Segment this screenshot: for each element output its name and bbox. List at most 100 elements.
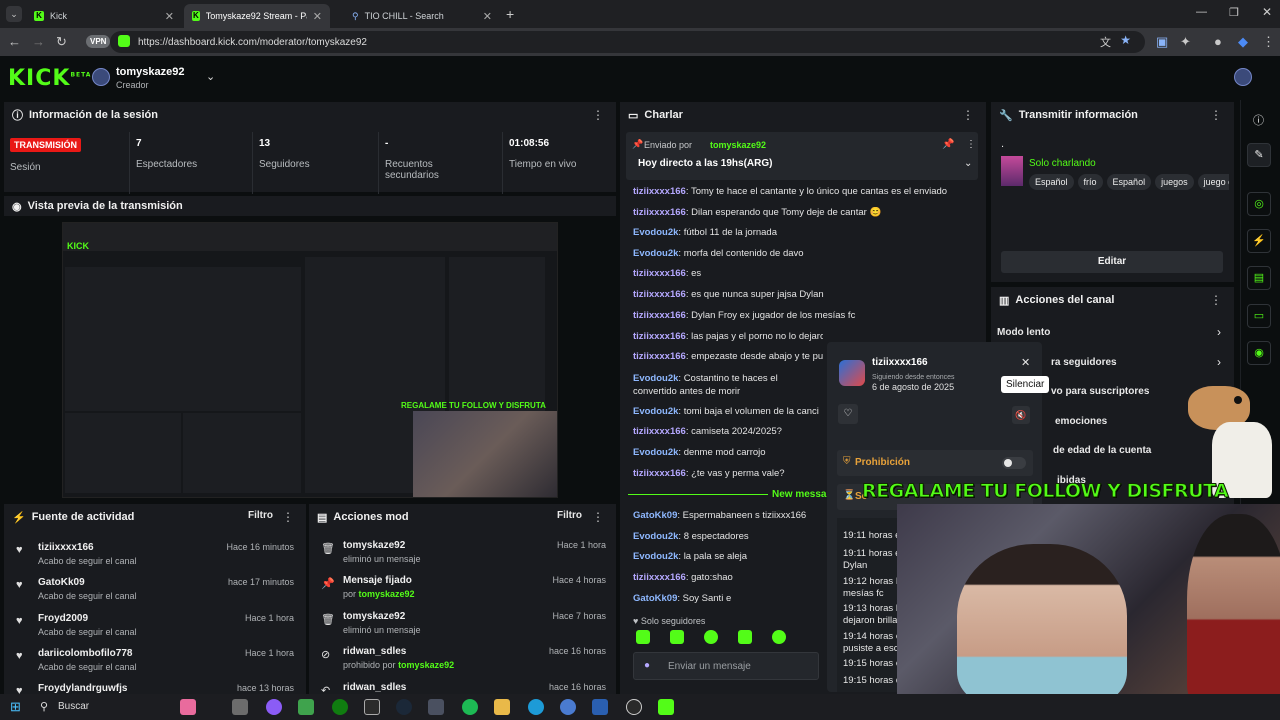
chat-username[interactable]: tiziixxxx166 <box>633 289 686 300</box>
chat-message[interactable]: Evodou2k: fútbol 11 de la jornada <box>633 227 993 238</box>
stream-preview-video[interactable]: KICK REGALAME TU FOLLOW Y DISFRUTA <box>62 222 558 498</box>
tab-list-button[interactable]: ⌄ <box>6 6 22 22</box>
site-info-icon[interactable] <box>118 35 130 47</box>
chat-username[interactable]: Evodou2k <box>633 227 678 238</box>
kick-app-icon[interactable] <box>658 699 674 715</box>
list-item[interactable]: 🗑 tomyskaze92 eliminó un mensaje Hace 7 … <box>309 611 616 645</box>
chat-message[interactable]: Evodou2k: la pala se aleja <box>633 551 819 562</box>
bookmark-star-icon[interactable]: ★ <box>1120 33 1131 47</box>
mute-button[interactable]: 🔇 <box>1012 406 1030 424</box>
emote-icon[interactable] <box>636 630 650 644</box>
chat-message[interactable]: tiziixxxx166: es que nunca super jajsa D… <box>633 289 993 300</box>
chat-username[interactable]: GatoKk09 <box>633 510 677 521</box>
chat-message[interactable]: tiziixxxx166: Tomy te hace el cantante y… <box>633 186 993 197</box>
extension-icon[interactable]: ▣ <box>1156 34 1168 50</box>
spotify-icon[interactable] <box>462 699 478 715</box>
list-item[interactable]: ♥ dariicolombofilo778 Acabo de seguir el… <box>4 648 304 682</box>
store-icon[interactable] <box>298 699 314 715</box>
mod-action-name[interactable]: tomyskaze92 <box>343 611 405 622</box>
pinned-options-icon[interactable]: ⋮ <box>966 139 976 150</box>
feed-username[interactable]: GatoKk09 <box>38 577 85 588</box>
channel-switch-chevron-icon[interactable]: ⌄ <box>206 70 215 83</box>
app-icon[interactable] <box>428 699 444 715</box>
list-item[interactable]: ♥ Froydylandrguwfjs hace 13 horas <box>4 683 304 694</box>
unpin-icon[interactable]: 📌 <box>942 139 954 150</box>
pencil-icon[interactable]: ✎ <box>1247 143 1271 167</box>
chat-message[interactable]: tiziixxxx166: ¿te vas y perma vale? <box>633 468 819 479</box>
chat-username[interactable]: tiziixxxx166 <box>633 186 686 197</box>
chat-message[interactable]: Evodou2k: tomi baja el volumen de la can… <box>633 406 819 417</box>
close-tab-icon[interactable]: ✕ <box>483 10 492 23</box>
chat-message[interactable]: tiziixxxx166: camiseta 2024/2025? <box>633 426 819 437</box>
edit-stream-button[interactable]: Editar <box>1001 251 1223 273</box>
list-item[interactable]: ♥ GatoKk09 Acabo de seguir el canal hace… <box>4 577 304 611</box>
list-item[interactable]: ♥ Froyd2009 Acabo de seguir el canal Hac… <box>4 613 304 647</box>
chat-username[interactable]: GatoKk09 <box>633 593 677 604</box>
chat-message[interactable]: GatoKk09: Espermabaneen s tiziixxx166 <box>633 510 819 521</box>
mod-filter-button[interactable]: Filtro <box>557 510 582 521</box>
task-view-icon[interactable] <box>232 699 248 715</box>
xbox-icon[interactable] <box>332 699 348 715</box>
close-tab-icon[interactable]: ✕ <box>313 10 322 23</box>
list-item[interactable]: ♥ tiziixxxx166 Acabo de seguir el canal … <box>4 542 304 576</box>
chat-message[interactable]: GatoKk09: Soy Santi e <box>633 593 819 604</box>
chat-username[interactable]: tiziixxxx166 <box>633 331 686 342</box>
emote-icon[interactable] <box>670 630 684 644</box>
list-item[interactable]: ⊘ ridwan_sdles prohibido por tomyskaze92… <box>309 646 616 680</box>
edge-icon[interactable] <box>528 699 544 715</box>
chat-message[interactable]: Evodou2k: 8 espectadores <box>633 531 819 542</box>
ban-toggle[interactable] <box>1002 457 1026 469</box>
chat-message[interactable]: Evodou2k: denme mod carrojo <box>633 447 819 458</box>
close-popup-icon[interactable]: ✕ <box>1021 356 1030 369</box>
category-name[interactable]: Solo charlando <box>1029 158 1096 169</box>
tag[interactable]: Español <box>1029 174 1074 190</box>
chat-message[interactable]: tiziixxxx166: empezaste desde abajo y te… <box>633 351 823 362</box>
chat-username[interactable]: tiziixxxx166 <box>633 468 686 479</box>
pinned-user[interactable]: tomyskaze92 <box>710 140 766 150</box>
mod-action-name[interactable]: tomyskaze92 <box>343 540 405 551</box>
minimize-icon[interactable]: — <box>1196 6 1207 18</box>
pinned-expand-chevron-icon[interactable]: ⌄ <box>964 158 972 169</box>
tag[interactable]: Español <box>1106 174 1152 190</box>
popup-username[interactable]: tiziixxxx166 <box>872 357 928 368</box>
obs-icon[interactable] <box>626 699 642 715</box>
chat-options-icon[interactable]: ⋮ <box>962 108 974 122</box>
epic-games-icon[interactable] <box>364 699 380 715</box>
taskbar-search-label[interactable]: Buscar <box>58 701 89 712</box>
feed-username[interactable]: dariicolombofilo778 <box>38 648 132 659</box>
chat-username[interactable]: tiziixxxx166 <box>633 426 686 437</box>
widgets-icon[interactable] <box>180 699 196 715</box>
new-messages-label[interactable]: New messa <box>768 489 827 500</box>
taskbar-search-icon[interactable]: ⚲ <box>40 700 48 713</box>
channel-action-account-age[interactable]: de edad de la cuenta <box>1053 445 1151 456</box>
chat-message[interactable]: tiziixxxx166: Dylan Froy ex jugador de l… <box>633 310 993 321</box>
address-bar[interactable]: https://dashboard.kick.com/moderator/tom… <box>110 31 1145 53</box>
chat-username[interactable]: Evodou2k <box>633 248 678 259</box>
close-window-icon[interactable]: ✕ <box>1262 5 1272 19</box>
channel-actions-options-icon[interactable]: ⋮ <box>1210 293 1222 307</box>
activity-options-icon[interactable]: ⋮ <box>282 510 294 524</box>
chat-message[interactable]: tiziixxxx166: las pajas y el porno no lo… <box>633 331 823 342</box>
chat-message[interactable]: tiziixxxx166: gato:shao <box>633 572 819 583</box>
restore-icon[interactable]: ❐ <box>1229 6 1239 19</box>
kick-logo[interactable]: KICKBETA <box>8 66 91 91</box>
windows-start-icon[interactable]: ⊞ <box>10 699 21 715</box>
mod-options-icon[interactable]: ⋮ <box>592 510 604 524</box>
chat-message[interactable]: tiziixxxx166: Dilan esperando que Tomy d… <box>633 207 993 218</box>
mod-action-name[interactable]: ridwan_sdles <box>343 646 406 657</box>
list-item[interactable]: 🗑 tomyskaze92 eliminó un mensaje Hace 1 … <box>309 540 616 574</box>
folder-icon[interactable] <box>494 699 510 715</box>
emote-icon[interactable] <box>738 630 752 644</box>
feed-username[interactable]: Froyd2009 <box>38 613 88 624</box>
emote-icon[interactable] <box>704 630 718 644</box>
channel-action-followers[interactable]: ra seguidores <box>1051 357 1117 368</box>
chat-message[interactable]: Evodou2k: morfa del contenido de davo <box>633 248 993 259</box>
chat-icon[interactable]: ▭ <box>1247 304 1271 328</box>
chat-input[interactable]: ● Enviar un mensaje <box>633 652 819 680</box>
profile-icon[interactable]: ● <box>1214 34 1222 49</box>
chat-username[interactable]: Evodou2k <box>633 447 678 458</box>
chevron-right-icon[interactable]: › <box>1217 325 1221 339</box>
steam-icon[interactable] <box>396 699 412 715</box>
follow-heart-button[interactable]: ♡ <box>838 404 858 424</box>
activity-filter-button[interactable]: Filtro <box>248 510 273 521</box>
